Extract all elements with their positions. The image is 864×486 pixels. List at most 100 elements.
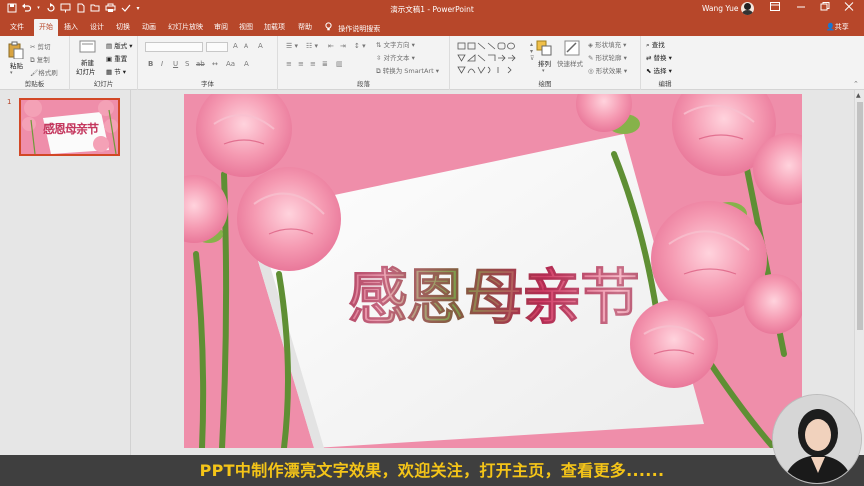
paragraph-group-label: 段落 (357, 80, 370, 88)
line-spacing-icon[interactable]: ↕ ▾ (354, 42, 366, 50)
smartart-button[interactable]: ⧉ 转换为 SmartArt ▾ (376, 65, 439, 76)
cursor-icon: ⬉ (646, 67, 652, 75)
person-icon: 👤 (826, 23, 835, 31)
bold-button[interactable]: B (148, 60, 153, 68)
font-size-combo[interactable] (206, 42, 228, 52)
ribbon-display-icon[interactable] (768, 2, 782, 14)
thumbnail-title: 感恩母亲节 (42, 122, 99, 136)
slides-group-label: 幻灯片 (93, 80, 114, 88)
font-group: A A A B I U S ab ↔ Aa A 字体 (138, 36, 278, 90)
layout-button[interactable]: ▤ 版式 ▾ (106, 40, 133, 50)
underline-button[interactable]: U (173, 60, 178, 68)
ribbon-home: 粘贴 ▾ ✂ 剪切 ⧉ 复制 🖌格式刷 剪贴板 新建 幻灯片 ▤ 版式 ▾ ▣ … (0, 36, 864, 90)
find-button[interactable]: ⌕ 查找 (646, 39, 665, 50)
cut-button[interactable]: ✂ 剪切 (30, 41, 51, 51)
shape-fill-button[interactable]: ◈ 形状填充 ▾ (588, 39, 626, 49)
effects-icon: ◎ (588, 67, 594, 75)
bullets-icon[interactable]: ☰ ▾ (286, 42, 298, 50)
share-button[interactable]: 👤共享 (826, 22, 849, 32)
scissors-icon: ✂ (30, 43, 36, 51)
slide-canvas[interactable]: 感恩母亲节 (184, 94, 802, 448)
tab-insert[interactable]: 插入 (64, 22, 78, 32)
shape-outline-button[interactable]: ✎ 形状轮廓 ▾ (588, 52, 627, 62)
collapse-ribbon-icon[interactable]: ⌃ (853, 80, 859, 88)
paste-dropdown-icon[interactable]: ▾ (10, 70, 13, 76)
tab-slideshow[interactable]: 幻灯片放映 (168, 22, 203, 32)
arrange-dropdown-icon[interactable]: ▾ (542, 68, 545, 74)
layout-icon: ▤ (106, 42, 113, 50)
slide-title-text[interactable]: 感恩母亲节 (184, 249, 802, 336)
tab-home[interactable]: 开始 (34, 19, 58, 36)
shrink-font-button[interactable]: A (244, 43, 248, 50)
new-slide-icon[interactable] (79, 40, 96, 56)
paste-icon[interactable] (8, 41, 24, 60)
slides-group: 新建 幻灯片 ▤ 版式 ▾ ▣ 重置 ▦ 节 ▾ 幻灯片 (70, 36, 138, 90)
increase-indent-icon[interactable]: ⇥ (340, 42, 346, 50)
section-button[interactable]: ▦ 节 ▾ (106, 66, 126, 76)
shapes-gallery[interactable] (456, 41, 528, 75)
slide-thumbnail-1[interactable]: 感恩母亲节 (19, 98, 120, 156)
arrange-icon[interactable] (536, 40, 552, 56)
align-left-icon[interactable]: ≡ (286, 60, 292, 68)
decrease-indent-icon[interactable]: ⇤ (328, 42, 334, 50)
vertical-scrollbar[interactable]: ▲ (854, 90, 864, 455)
restore-icon[interactable] (818, 2, 832, 14)
paragraph-group: ☰ ▾ ☷ ▾ ⇤ ⇥ ↕ ▾ ≡ ≡ ≡ ≣ ▥ ⇅ 文字方向 ▾ ⇳ 对齐文… (278, 36, 450, 90)
account-name[interactable]: Wang Yue (702, 4, 739, 13)
grow-font-button[interactable]: A (233, 42, 238, 50)
paste-button[interactable]: 粘贴 (10, 60, 23, 70)
tell-me-search[interactable]: 操作说明搜索 (325, 22, 380, 34)
font-color-icon[interactable]: A (244, 60, 249, 68)
tab-file[interactable]: 文件 (10, 22, 24, 32)
select-button[interactable]: ⬉ 选择 ▾ (646, 65, 672, 75)
tab-transitions[interactable]: 切换 (116, 22, 130, 32)
clipboard-group: 粘贴 ▾ ✂ 剪切 ⧉ 复制 🖌格式刷 剪贴板 (0, 36, 70, 90)
close-icon[interactable] (842, 2, 856, 14)
new-slide-label[interactable]: 幻灯片 (76, 66, 96, 76)
columns-icon[interactable]: ▥ (336, 60, 343, 68)
replace-button[interactable]: ⇄ 替换 ▾ (646, 52, 672, 62)
numbering-icon[interactable]: ☷ ▾ (306, 42, 318, 50)
avatar[interactable] (741, 2, 754, 15)
text-direction-button[interactable]: ⇅ 文字方向 ▾ (376, 39, 415, 49)
scroll-up-icon[interactable]: ▲ (856, 92, 861, 99)
quick-styles-icon[interactable] (564, 40, 580, 56)
tab-animations[interactable]: 动画 (142, 22, 156, 32)
smartart-icon: ⧉ (376, 67, 381, 75)
copy-button[interactable]: ⧉ 复制 (30, 54, 50, 65)
change-case-button[interactable]: Aa (226, 60, 235, 68)
powerpoint-window: { "window": { "doc_title": "演示文稿1", "sep… (0, 0, 864, 486)
editing-group-label: 编辑 (658, 80, 672, 88)
clear-format-button[interactable]: A (258, 42, 263, 50)
format-painter-button[interactable]: 🖌格式刷 (30, 67, 58, 77)
align-center-icon[interactable]: ≡ (298, 60, 304, 68)
align-text-button[interactable]: ⇳ 对齐文本 ▾ (376, 52, 415, 62)
pencil-icon: ✎ (588, 54, 594, 62)
clipboard-group-label: 剪贴板 (24, 80, 45, 88)
font-group-label: 字体 (201, 80, 214, 88)
tab-addins[interactable]: 加载项 (264, 22, 285, 32)
align-right-icon[interactable]: ≡ (310, 60, 316, 68)
tab-help[interactable]: 帮助 (298, 22, 312, 32)
shadow-button[interactable]: S (185, 60, 189, 68)
italic-button[interactable]: I (161, 60, 163, 68)
spacing-icon[interactable]: ↔ (212, 60, 218, 68)
minimize-icon[interactable] (794, 2, 808, 14)
reset-button[interactable]: ▣ 重置 (106, 53, 127, 63)
tab-design[interactable]: 设计 (90, 22, 104, 32)
quick-styles-button[interactable]: 快速样式 (557, 58, 583, 68)
shape-effects-button[interactable]: ◎ 形状效果 ▾ (588, 65, 627, 75)
strikethrough-button[interactable]: ab (196, 60, 205, 68)
arrange-button[interactable]: 排列 (538, 58, 551, 68)
font-name-combo[interactable] (145, 42, 203, 52)
ribbon-tabs: 文件 开始 插入 设计 切换 动画 幻灯片放映 审阅 视图 加载项 帮助 操作说… (0, 18, 864, 36)
tab-review[interactable]: 审阅 (214, 22, 228, 32)
tab-view[interactable]: 视图 (239, 22, 253, 32)
section-icon: ▦ (106, 68, 113, 76)
video-caption-bar: PPT中制作漂亮文字效果，欢迎关注，打开主页，查看更多...... (0, 455, 864, 486)
scrollbar-thumb[interactable] (857, 102, 863, 330)
copy-icon: ⧉ (30, 56, 35, 64)
drawing-group-label: 绘图 (538, 80, 552, 88)
gallery-scroll-icon[interactable]: ▴ ▾ ⊽ (530, 41, 534, 62)
justify-icon[interactable]: ≣ (322, 60, 328, 68)
